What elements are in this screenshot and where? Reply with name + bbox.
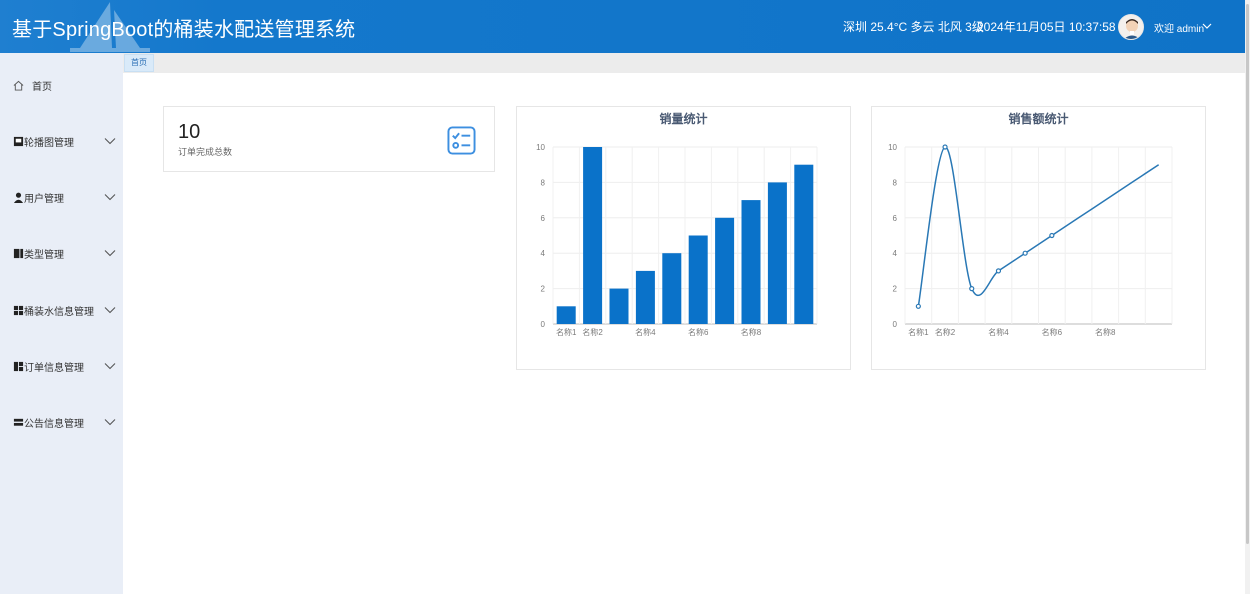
order-total-value: 10 xyxy=(178,121,201,143)
sidebar-item-label: 订单信息管理 xyxy=(24,362,84,374)
layers-icon xyxy=(13,418,24,426)
bar-名称2 xyxy=(583,147,603,324)
y-tick-label: 10 xyxy=(888,143,897,152)
sidebar-item-users[interactable]: 用户管理 xyxy=(0,182,123,212)
sidebar-item-types[interactable]: 类型管理 xyxy=(0,238,123,268)
checklist-icon xyxy=(447,126,476,155)
weather-info: 深圳 25.4°C 多云 北风 3级 xyxy=(843,20,984,34)
chevron-down-icon[interactable] xyxy=(104,137,116,145)
point-名称5 xyxy=(1022,250,1028,256)
sidebar-item-home[interactable]: 首页 xyxy=(0,70,123,100)
bar-名称4 xyxy=(635,270,655,324)
sidebar-item-water-info[interactable]: 桶装水信息管理 xyxy=(0,295,123,325)
main-content: 10 订单完成总数 销量统计 0 2 4 6 8 10 名称1 名称2 名称4 名称6 名称8 销售… xyxy=(123,73,1245,594)
x-tick-label: 名称2 xyxy=(935,327,956,337)
y-tick-label: 10 xyxy=(536,143,545,152)
columns-icon xyxy=(13,248,24,258)
home-icon xyxy=(13,80,24,91)
dashboard-icon xyxy=(13,361,24,371)
y-tick-label: 4 xyxy=(541,249,546,258)
sidebar-item-notices[interactable]: 公告信息管理 xyxy=(0,407,123,437)
sidebar-item-label: 轮播图管理 xyxy=(24,137,74,149)
scrollbar-thumb[interactable] xyxy=(1246,4,1249,544)
bar-chart-canvas: 0 2 4 6 8 10 名称1 名称2 名称4 名称6 名称8 xyxy=(536,143,818,337)
y-tick-label: 8 xyxy=(541,178,546,187)
y-tick-label: 2 xyxy=(541,285,546,294)
bar-名称6 xyxy=(688,235,708,324)
chevron-down-icon[interactable] xyxy=(104,193,116,201)
sidebar-menu: 首页 轮播图管理 用户管理 类型管理 桶装水信息管理 订单信息管理 公告信息管理 xyxy=(0,53,123,594)
chevron-down-icon[interactable] xyxy=(104,306,116,314)
avatar-face-icon xyxy=(1119,15,1143,39)
order-total-label: 订单完成总数 xyxy=(178,147,233,157)
x-tick-label: 名称1 xyxy=(908,327,929,337)
chevron-down-icon[interactable] xyxy=(104,249,116,257)
x-tick-label: 名称4 xyxy=(988,327,1009,337)
bar-名称7 xyxy=(715,217,735,324)
x-tick-label: 名称8 xyxy=(1095,327,1116,337)
bar-名称9 xyxy=(767,182,787,324)
point-名称3 xyxy=(969,286,975,292)
y-tick-label: 8 xyxy=(893,178,898,187)
point-名称4 xyxy=(995,268,1002,274)
point-名称2 xyxy=(942,144,948,150)
bar-名称8 xyxy=(741,200,761,324)
point-名称6 xyxy=(1049,232,1055,239)
y-tick-label: 6 xyxy=(541,214,546,223)
x-tick-label: 名称6 xyxy=(1042,327,1063,337)
grid-icon xyxy=(13,305,24,315)
sidebar-item-orders[interactable]: 订单信息管理 xyxy=(0,351,123,381)
current-datetime: 2024年11月05日 10:37:58 xyxy=(977,20,1116,34)
sidebar-item-carousel[interactable]: 轮播图管理 xyxy=(0,126,123,156)
x-tick-label: 名称4 xyxy=(635,327,656,337)
bar-名称10 xyxy=(794,164,814,324)
page-scrollbar[interactable] xyxy=(1245,0,1250,594)
order-total-card: 10 订单完成总数 xyxy=(163,106,495,172)
x-tick-label: 名称6 xyxy=(688,327,709,337)
sidebar-item-label: 用户管理 xyxy=(24,193,64,205)
welcome-user-menu[interactable]: 欢迎 admin xyxy=(1154,20,1204,35)
bar-名称1 xyxy=(556,306,576,324)
chevron-down-icon[interactable] xyxy=(104,418,116,426)
sidebar-item-label: 类型管理 xyxy=(24,249,64,261)
sidebar-item-label: 公告信息管理 xyxy=(24,418,84,430)
app-title: 基于SpringBoot的桶装水配送管理系统 xyxy=(12,19,356,41)
y-tick-label: 0 xyxy=(541,320,546,329)
user-avatar[interactable] xyxy=(1118,14,1144,40)
x-tick-label: 名称2 xyxy=(582,327,603,337)
line-chart-canvas: 0 2 4 6 8 10 名称1 名称2 名称4 名称6 名称8 xyxy=(888,143,1173,337)
y-tick-label: 0 xyxy=(893,320,898,329)
sales-volume-chart: 销量统计 0 2 4 6 8 10 名称1 名称2 名称4 名称6 名称8 xyxy=(516,106,851,370)
bar-名称3 xyxy=(609,288,629,324)
bar-名称5 xyxy=(662,253,682,324)
sales-amount-chart: 销售额统计 0 2 4 6 8 10 名称1 名称2 名称4 名称6 名称8 xyxy=(871,106,1206,370)
x-tick-label: 名称8 xyxy=(741,327,762,337)
y-tick-label: 2 xyxy=(893,285,898,294)
sidebar-item-label: 桶装水信息管理 xyxy=(24,306,94,318)
image-icon xyxy=(13,136,24,146)
point-名称1 xyxy=(915,303,921,309)
x-tick-label: 名称1 xyxy=(556,327,577,337)
y-tick-label: 6 xyxy=(893,214,898,223)
tab-bar: 首页 xyxy=(123,53,1245,73)
sidebar-item-label: 首页 xyxy=(32,81,52,93)
y-tick-label: 4 xyxy=(893,249,898,258)
tab-home[interactable]: 首页 xyxy=(124,54,154,72)
chevron-down-icon[interactable] xyxy=(1202,22,1212,30)
chevron-down-icon[interactable] xyxy=(104,362,116,370)
user-icon xyxy=(13,192,24,203)
top-header: 基于SpringBoot的桶装水配送管理系统 深圳 25.4°C 多云 北风 3… xyxy=(0,0,1245,53)
